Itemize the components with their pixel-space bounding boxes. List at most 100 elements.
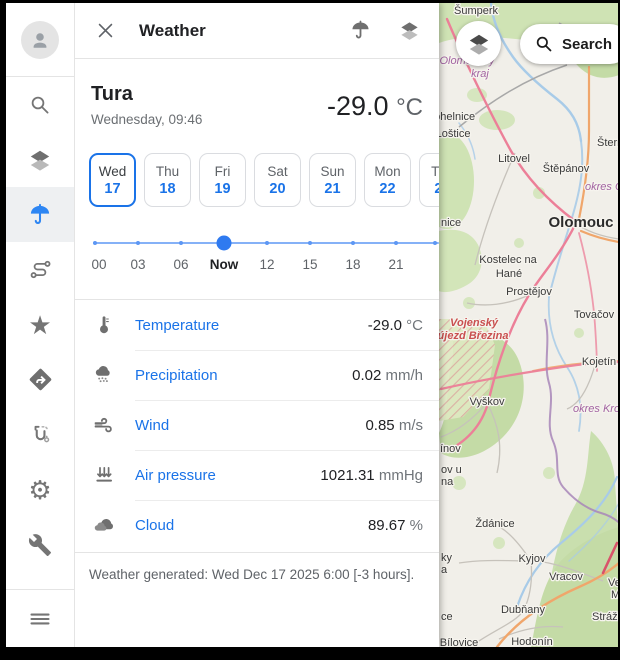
star-icon: ★ (28, 312, 51, 338)
detail-row-wind[interactable]: Wind 0.85 m/s (75, 400, 439, 450)
panel-header: Weather (75, 3, 439, 59)
slider-label: 15 (302, 257, 317, 272)
umbrella-icon (349, 19, 372, 42)
sidebar-item-plugins[interactable] (6, 517, 74, 572)
location-datetime: Wednesday, 09:46 (91, 112, 202, 127)
map-search-button[interactable]: Search (520, 24, 618, 64)
app-window: ★ ⚙ (6, 3, 618, 647)
umbrella-icon (27, 202, 53, 228)
weather-layers-button[interactable] (398, 19, 421, 42)
slider-tick (93, 241, 97, 245)
location-name: Tura (91, 83, 202, 106)
layers-icon (27, 147, 53, 173)
detail-row-precipitation[interactable]: Precipitation 0.02 mm/h (75, 350, 439, 400)
day-card-mon-22[interactable]: Mon 22 (364, 153, 411, 207)
map-label: nice (441, 217, 461, 229)
slider-tick (136, 241, 140, 245)
slider-tick (433, 241, 437, 245)
sidebar-item-menu[interactable] (6, 589, 74, 647)
map-label: M (611, 589, 618, 601)
sidebar-item-route[interactable] (6, 242, 74, 297)
wrench-icon (28, 533, 52, 557)
day-card-thu-18[interactable]: Thu 18 (144, 153, 191, 207)
map-label: újezd Březina (439, 330, 508, 342)
day-card-tue-23[interactable]: Tue 23 (419, 153, 439, 207)
gear-icon: ⚙ (28, 477, 51, 503)
wind-icon (89, 413, 119, 437)
day-card-sat-20[interactable]: Sat 20 (254, 153, 301, 207)
layers-icon (466, 31, 492, 57)
map-layers-button[interactable] (456, 21, 501, 66)
map-label: okres Kroměříž (573, 403, 618, 415)
sidebar-item-search[interactable] (6, 77, 74, 132)
map-label: ky (441, 552, 453, 564)
slider-tick (394, 241, 398, 245)
weather-source-button[interactable] (349, 19, 372, 42)
close-icon (96, 21, 115, 40)
map-label: kraj (471, 68, 489, 80)
route-icon (28, 257, 53, 282)
map-label: na (441, 476, 454, 488)
day-selector: Wed 17 Thu 18 Fri 19 Sat 20 Sun 21 Mon 2… (75, 133, 439, 207)
map-label: Štěpánov (543, 162, 590, 175)
slider-tick (351, 241, 355, 245)
account-button[interactable] (6, 3, 74, 77)
slider-tick (179, 241, 183, 245)
current-temperature: -29.0 °C (327, 91, 423, 122)
map-label: Strážnice (592, 611, 618, 623)
map-label: Ždánice (475, 517, 514, 530)
close-button[interactable] (89, 15, 121, 47)
map-label: Šumperk (454, 4, 499, 17)
slider-label-now: Now (210, 257, 239, 272)
slider-handle[interactable] (217, 236, 232, 251)
pressure-icon (89, 463, 119, 487)
sidebar: ★ ⚙ (6, 3, 75, 647)
day-card-sun-21[interactable]: Sun 21 (309, 153, 356, 207)
search-button-label: Search (562, 36, 612, 53)
map-label: Dubňany (501, 604, 546, 616)
map-label: Vyškov (469, 396, 505, 408)
map-canvas[interactable]: Šumperk Olomoucký kraj Mohelnice Loštice… (439, 3, 618, 647)
day-card-fri-19[interactable]: Fri 19 (199, 153, 246, 207)
map-label: ínov (440, 443, 461, 455)
sidebar-item-favorites[interactable]: ★ (6, 297, 74, 352)
search-icon (28, 93, 52, 117)
time-slider[interactable]: 00 03 06 Now 12 15 18 21 (93, 233, 439, 291)
map-label: Hané (496, 268, 522, 280)
detail-row-air-pressure[interactable]: Air pressure 1021.31 mmHg (75, 450, 439, 500)
sidebar-item-navigation[interactable] (6, 352, 74, 407)
map-view[interactable]: Šumperk Olomoucký kraj Mohelnice Loštice… (439, 3, 618, 647)
slider-label: 00 (91, 257, 106, 272)
person-icon (28, 28, 52, 52)
slider-label: 03 (130, 257, 145, 272)
map-label: okres Olomouc (585, 181, 618, 193)
sidebar-item-settings[interactable]: ⚙ (6, 462, 74, 517)
map-label: Kyjov (519, 553, 546, 565)
weather-details: Temperature -29.0 °C Precipitation 0.02 … (75, 299, 439, 550)
map-label: a (441, 564, 448, 576)
map-label: Olomouc (548, 214, 613, 231)
map-label: Loštice (439, 128, 470, 140)
day-card-wed-17[interactable]: Wed 17 (89, 153, 136, 207)
map-label: Hodonín (511, 636, 553, 647)
precipitation-icon (89, 363, 119, 387)
map-label: Vojenský (450, 317, 499, 329)
map-label: Šternberk (597, 136, 618, 149)
detail-row-temperature[interactable]: Temperature -29.0 °C (75, 300, 439, 350)
sidebar-item-trip-recording[interactable] (6, 407, 74, 462)
weather-generated-note: Weather generated: Wed Dec 17 2025 6:00 … (75, 552, 439, 602)
sidebar-item-weather[interactable] (6, 187, 74, 242)
navigation-icon (28, 367, 53, 392)
map-label: Mohelnice (439, 111, 475, 123)
sidebar-item-layers[interactable] (6, 132, 74, 187)
avatar (21, 21, 59, 59)
slider-tick (308, 241, 312, 245)
detail-row-cloud[interactable]: Cloud 89.67 % (75, 500, 439, 550)
location-block: Tura Wednesday, 09:46 -29.0 °C (75, 59, 439, 133)
slider-tick (265, 241, 269, 245)
page-title: Weather (139, 21, 206, 41)
trip-recording-icon (28, 422, 53, 447)
slider-label: 21 (388, 257, 403, 272)
search-icon (534, 34, 554, 54)
map-label: Prostějov (506, 286, 552, 298)
